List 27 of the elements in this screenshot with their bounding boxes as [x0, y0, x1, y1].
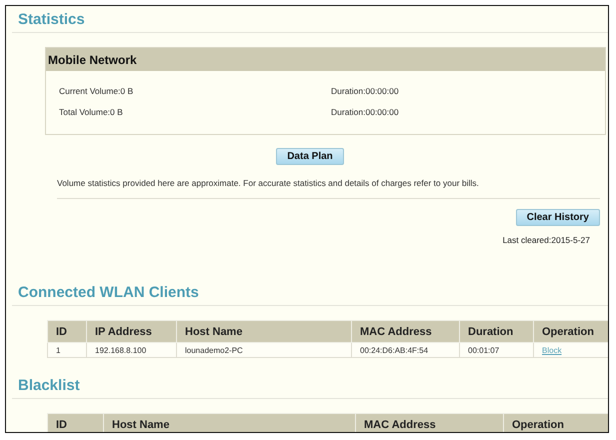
table-cell: lounademo2-PC: [176, 342, 352, 358]
section-title: Connected WLAN Clients: [18, 284, 199, 301]
column-header: IP Address: [86, 320, 176, 342]
section-title: Blacklist: [18, 377, 80, 394]
data-plan-button[interactable]: Data Plan: [276, 148, 344, 165]
column-header: ID: [48, 414, 104, 432]
last-cleared-text: Last cleared:2015-5-27: [502, 235, 590, 245]
table-cell: 192.168.8.100: [86, 342, 176, 358]
duration-label: Duration:00:00:00: [331, 86, 400, 96]
column-header: MAC Address: [352, 320, 460, 342]
panel-header: Mobile Network: [46, 48, 605, 71]
duration-label: Duration:00:00:00: [331, 107, 400, 117]
volume-label: Total Volume:0 B: [59, 107, 124, 117]
section-title: Statistics: [18, 11, 85, 28]
column-header: Operation: [534, 320, 608, 342]
table-cell: 00:24:D6:AB:4F:54: [352, 342, 460, 358]
column-header: Host Name: [176, 320, 352, 342]
column-header: MAC Address: [356, 414, 504, 432]
table-cell: 00:01:07: [460, 342, 534, 358]
clear-history-button[interactable]: Clear History: [516, 209, 600, 226]
disclaimer-text: Volume statistics provided here are approximate. For accurate statistics and details of charges refer to your bills.: [57, 178, 480, 188]
table-cell: 1: [48, 342, 86, 358]
column-header: Duration: [460, 320, 534, 342]
column-header: Host Name: [104, 414, 356, 432]
column-header: Operation: [504, 414, 608, 432]
volume-label: Current Volume:0 B: [59, 86, 134, 96]
column-header: ID: [48, 320, 86, 342]
